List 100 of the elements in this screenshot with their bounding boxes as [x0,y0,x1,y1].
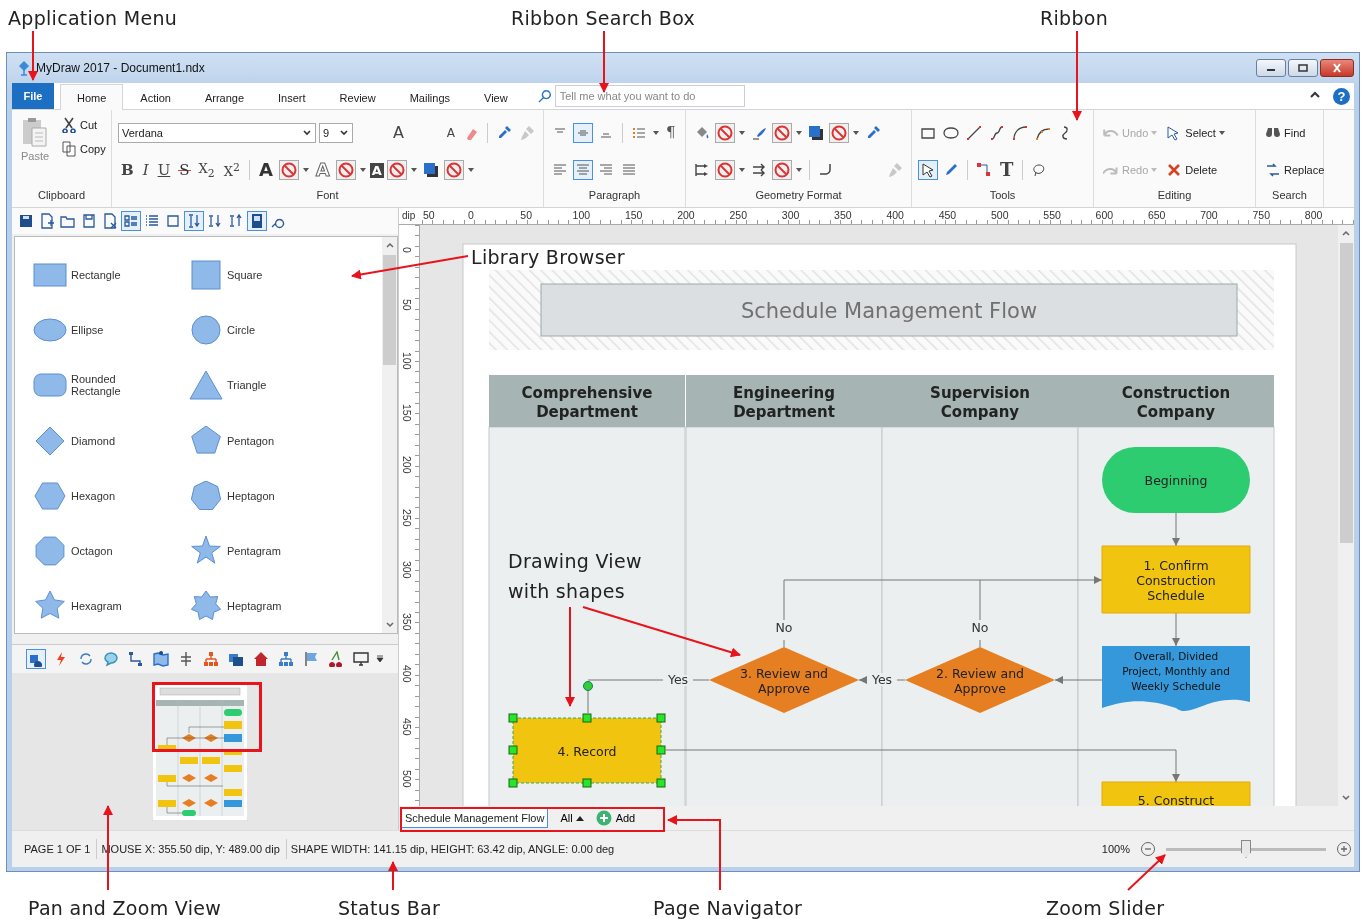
connector-arrow[interactable] [1172,512,1180,547]
title-box[interactable] [540,283,1238,337]
ruler-label: 150 [401,403,413,422]
paste-button[interactable]: Paste [18,114,52,164]
text-outline-button[interactable]: A [312,161,333,180]
no-color-swatch[interactable] [715,122,735,143]
pentagon-shape-icon[interactable] [189,425,223,456]
decision-diamond[interactable] [709,647,859,713]
document-shape[interactable] [1102,646,1250,712]
heptagon-shape-icon[interactable] [189,480,223,511]
map-icon[interactable] [151,649,171,669]
grid-view-icon[interactable] [121,211,141,231]
connector-arrow[interactable] [1054,676,1103,684]
ribbon-tab[interactable]: View [467,85,525,109]
ribbon-tab[interactable]: Insert [261,85,323,109]
page-filter-button[interactable]: All [558,812,586,824]
bold-button[interactable]: B [118,162,137,178]
sup-button[interactable]: X$^{2}$ [220,162,243,178]
replace-button[interactable]: Replace [1262,159,1327,182]
maximize-button[interactable] [1288,59,1318,77]
diagram-thumbnail-drawing[interactable] [152,683,248,821]
group-label: Clipboard [36,189,87,203]
connector-arrow[interactable] [858,676,868,684]
underline-button[interactable]: U [154,162,174,178]
no-color-swatch[interactable] [772,122,792,143]
font-family-dropdown[interactable]: Verdana [118,122,316,143]
connector-arrow[interactable] [1172,612,1180,647]
pointer-icon[interactable] [918,160,938,181]
text-tool-button[interactable]: T [997,161,1017,180]
caret-icon[interactable] [652,128,660,137]
heptagram-shape-icon[interactable] [189,591,223,622]
help-button[interactable]: ? [1333,88,1350,105]
scroll-up-icon [1341,229,1351,237]
decision-diamond[interactable] [905,647,1055,713]
search-field[interactable]: Tell me what you want to do [554,85,745,107]
scrollbar[interactable] [382,237,397,633]
no-color-swatch[interactable] [829,122,849,143]
cut-button[interactable]: Cut [58,114,108,136]
hexagon-shape-icon[interactable] [33,480,67,511]
sub-button[interactable]: X$_{2}$ [195,161,218,179]
lane-title: Construction Company [1121,384,1231,421]
dropdown-icon[interactable] [376,655,384,663]
text-inverse-button[interactable]: A [369,162,384,178]
file-menu-button[interactable]: File [12,83,54,109]
network-icon[interactable] [276,649,296,669]
no-color-swatch[interactable] [443,160,464,181]
add-page-button[interactable]: Add [595,810,636,826]
ruler-label: 350 [834,209,852,221]
hexagram-shape-icon[interactable] [33,591,67,622]
triangle-shape-icon[interactable] [189,370,223,401]
org-chart-icon[interactable] [201,649,221,669]
grow-font-button[interactable]: A [356,124,441,141]
circle-shape-icon[interactable] [189,314,223,345]
find-button[interactable]: Find [1262,121,1308,144]
scrollbar-thumb[interactable] [383,255,396,365]
close-button[interactable] [1320,59,1354,77]
scrollbar[interactable] [1338,225,1354,806]
text-fill-button[interactable]: A [255,161,276,180]
monitor-icon[interactable] [351,649,371,669]
book-icon[interactable] [247,211,267,231]
align-center-icon[interactable] [573,160,593,181]
scrollbar-thumb[interactable] [1339,243,1353,543]
slider-thumb[interactable] [1241,840,1251,858]
no-color-swatch[interactable] [386,160,407,181]
no-color-swatch[interactable] [278,160,299,181]
ribbon-tab[interactable]: Home [60,84,124,110]
shapes-icon[interactable] [26,649,46,669]
caret-icon[interactable] [738,128,746,137]
pentagram-shape-icon[interactable] [189,536,223,567]
ribbon-tab[interactable]: Review [322,85,393,109]
sort-icon[interactable] [184,211,204,231]
process-box[interactable] [1101,545,1251,614]
show-marks-button[interactable]: ¶ [663,125,679,141]
callout-label: Pan and Zoom View [28,896,222,919]
octagon-shape-icon[interactable] [33,536,67,567]
zoom-out-icon[interactable] [1138,839,1158,859]
rotation-handle[interactable] [583,681,593,691]
copy-button[interactable]: Copy [58,138,108,160]
delete-button[interactable]: Delete [1163,159,1220,182]
node-label: 4. Record [557,743,617,759]
select-button[interactable]: Select [1163,121,1228,144]
minimize-button[interactable] [1256,59,1286,77]
zoom-in-icon[interactable] [1334,839,1354,859]
shrink-font-button[interactable]: A [443,126,458,139]
ribbon-tab[interactable]: Mailings [392,85,467,109]
align-middle-icon[interactable] [573,122,593,143]
diamond-shape-icon[interactable] [33,425,67,456]
ruler-label: 50 [401,299,413,311]
caret-icon[interactable] [795,128,803,137]
font-size-dropdown[interactable]: 9 [319,122,353,143]
no-color-swatch[interactable] [715,160,735,181]
speech-bubble-icon[interactable] [101,649,121,669]
no-color-swatch[interactable] [335,160,356,181]
italic-button[interactable]: I [139,162,152,178]
viewport-frame[interactable] [152,682,262,752]
no-color-swatch[interactable] [772,160,792,181]
ribbon-tab[interactable]: Arrange [187,85,262,109]
square-shape-icon[interactable] [189,259,223,290]
caret-icon[interactable] [852,128,860,137]
ribbon-tab[interactable]: Action [123,85,188,109]
